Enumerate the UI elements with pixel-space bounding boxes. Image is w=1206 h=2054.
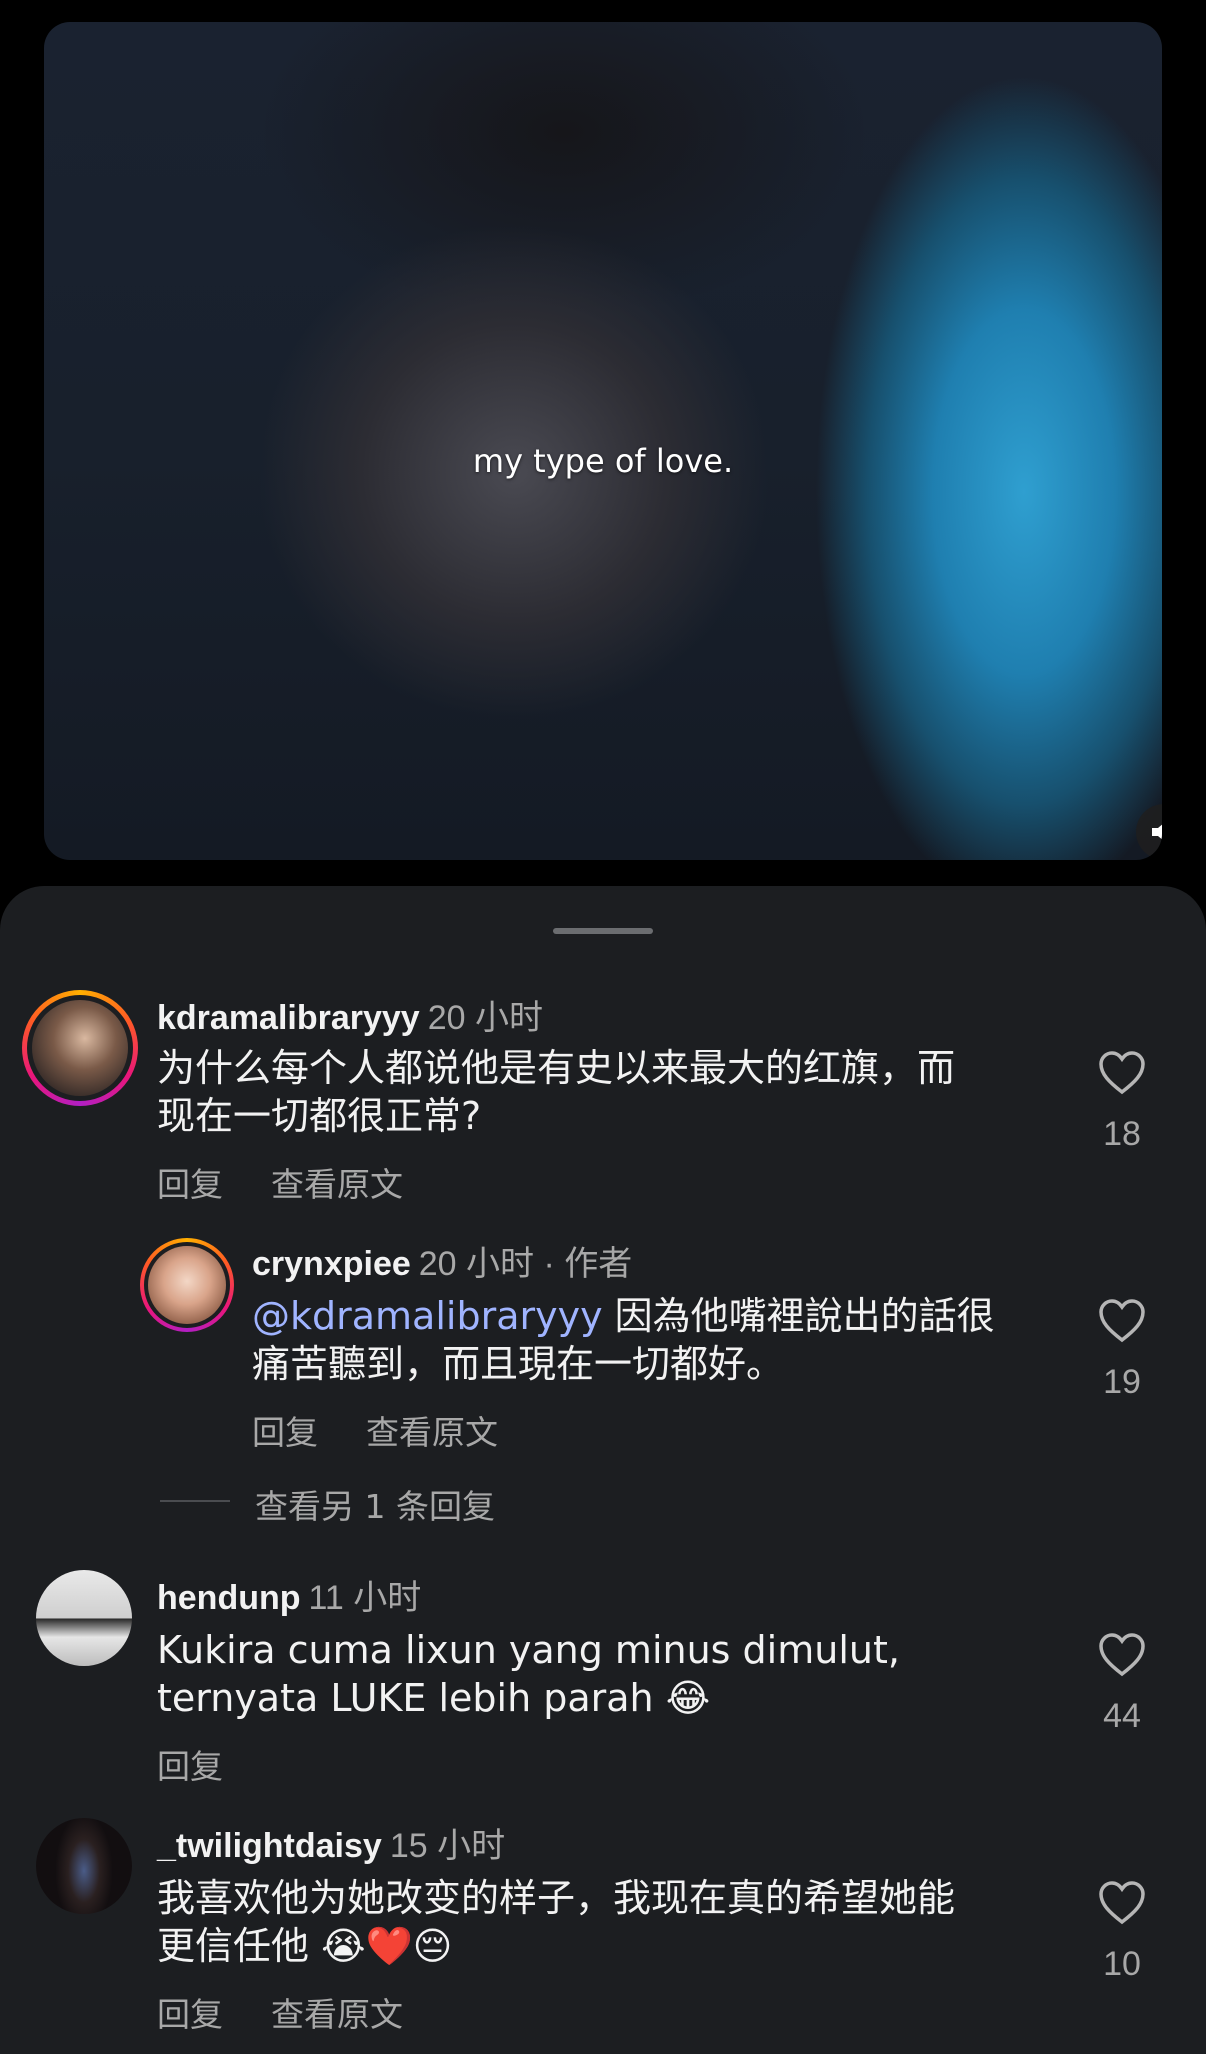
like-button[interactable]: 44 [1092,1632,1152,1736]
volume-icon [1152,824,1162,840]
comment-text-line: ternyata LUKE lebih parah 😂 [157,1676,711,1720]
comment-text: Kukira cuma lixun yang minus dimulut, te… [157,1626,900,1722]
heart-outline-icon [1099,1633,1145,1677]
like-count: 10 [1103,1945,1141,1983]
comment-text-line: 我喜欢他为她改变的样子，我现在真的希望她能 [157,1876,956,1920]
comment-time: 15 小时 [389,1827,506,1865]
username[interactable]: hendunp [157,1579,301,1617]
like-button[interactable]: 10 [1092,1880,1152,1984]
like-count: 18 [1103,1115,1141,1153]
like-count: 44 [1103,1697,1141,1735]
see-original-button[interactable]: 查看原文 [271,1165,403,1204]
separator-dot: · [534,1245,565,1283]
see-original-button[interactable]: 查看原文 [366,1413,498,1452]
heart-outline-icon [1099,1299,1145,1343]
comment-text: @kdramalibraryyy 因為他嘴裡說出的話很 痛苦聽到，而且現在一切都… [252,1292,995,1388]
comment-time: 20 小时 [427,999,543,1037]
like-button[interactable]: 19 [1092,1298,1152,1402]
comment-text: 为什么每个人都说他是有史以来最大的红旗，而 现在一切都很正常? [157,1044,955,1140]
comment-time: 20 小时 [418,1245,535,1283]
comment-text-line: 痛苦聽到，而且現在一切都好。 [252,1342,785,1386]
drag-handle[interactable] [553,928,653,934]
view-more-replies-button[interactable]: 查看另 1 条回复 [255,1480,495,1528]
reply-button[interactable]: 回复 [157,1747,223,1786]
username[interactable]: _twilightdaisy [157,1827,382,1865]
like-count: 19 [1103,1363,1141,1401]
avatar[interactable] [36,1818,132,1914]
avatar[interactable] [22,990,138,1106]
video-caption: my type of love. [472,442,734,480]
reply-button[interactable]: 回复 [157,1995,223,2034]
comment-time: 11 小时 [308,1579,422,1617]
video-player[interactable]: my type of love. [44,22,1162,860]
avatar[interactable] [36,1570,132,1666]
avatar[interactable] [140,1238,234,1332]
comment-text-line: Kukira cuma lixun yang minus dimulut, [157,1628,900,1672]
username[interactable]: kdramalibraryyy [157,999,420,1037]
reply-button[interactable]: 回复 [157,1165,223,1204]
like-button[interactable]: 18 [1092,1050,1152,1154]
heart-outline-icon [1099,1051,1145,1095]
comment-text-line: 更信任他 😭❤️😔 [157,1924,453,1968]
comment-text-line: 现在一切都很正常? [157,1094,482,1138]
comment-text-line: 为什么每个人都说他是有史以来最大的红旗，而 [157,1046,956,1090]
comment-text: 我喜欢他为她改变的样子，我现在真的希望她能 更信任他 😭❤️😔 [157,1874,955,1970]
reply-button[interactable]: 回复 [252,1413,318,1452]
comments-sheet: kdramalibraryyy 20 小时 为什么每个人都说他是有史以来最大的红旗… [0,886,1206,2054]
heart-outline-icon [1099,1881,1145,1925]
username[interactable]: crynxpiee [252,1245,411,1283]
volume-button[interactable] [1136,804,1162,860]
author-badge: 作者 [564,1245,633,1283]
comment-text-line: 因為他嘴裡說出的話很 [602,1294,995,1338]
replies-divider [160,1500,230,1502]
mention-link[interactable]: @kdramalibraryyy [252,1294,603,1338]
see-original-button[interactable]: 查看原文 [271,1995,403,2034]
